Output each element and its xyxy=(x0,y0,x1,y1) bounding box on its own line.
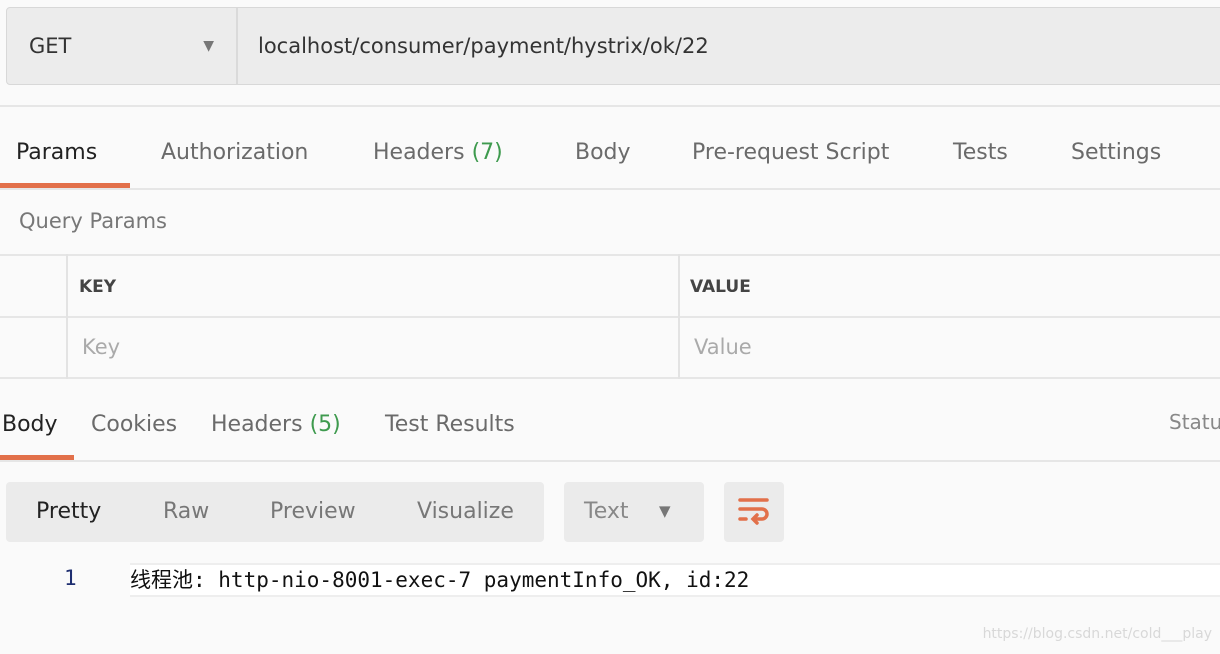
chevron-down-icon: ▼ xyxy=(659,502,671,520)
view-mode-group: Pretty Raw Preview Visualize xyxy=(6,482,544,542)
value-input[interactable]: Value xyxy=(694,335,752,359)
method-label: GET xyxy=(29,34,72,58)
key-header: KEY xyxy=(79,277,117,297)
view-pretty[interactable]: Pretty xyxy=(36,499,101,524)
query-params-title: Query Params xyxy=(19,209,167,233)
response-body-line: 线程池: http-nio-8001-exec-7 paymentInfo_OK… xyxy=(130,563,1220,597)
tab-headers[interactable]: Headers (7) xyxy=(373,140,503,165)
response-tab-body[interactable]: Body xyxy=(2,412,58,437)
tab-body[interactable]: Body xyxy=(575,140,631,165)
line-number: 1 xyxy=(64,566,77,590)
format-label: Text xyxy=(584,499,629,524)
method-select[interactable]: GET ▼ xyxy=(7,8,238,84)
tab-authorization[interactable]: Authorization xyxy=(161,140,308,165)
table-divider xyxy=(0,254,1220,256)
response-tab-headers[interactable]: Headers (5) xyxy=(211,412,341,437)
view-raw[interactable]: Raw xyxy=(163,499,209,524)
key-input[interactable]: Key xyxy=(82,335,120,359)
wrap-lines-icon xyxy=(738,498,769,525)
tab-params[interactable]: Params xyxy=(16,140,97,165)
headers-count: (7) xyxy=(471,140,503,165)
status-label: Statu xyxy=(1169,410,1220,434)
view-preview[interactable]: Preview xyxy=(270,499,356,524)
tab-pre-request-script[interactable]: Pre-request Script xyxy=(692,140,889,165)
column-divider xyxy=(66,254,68,379)
divider xyxy=(0,105,1220,107)
response-headers-label: Headers xyxy=(211,412,303,437)
request-url-bar: GET ▼ localhost/consumer/payment/hystrix/… xyxy=(6,7,1220,85)
chevron-down-icon: ▼ xyxy=(203,38,214,54)
view-visualize[interactable]: Visualize xyxy=(417,499,514,524)
url-input[interactable]: localhost/consumer/payment/hystrix/ok/22 xyxy=(238,8,709,84)
response-tab-test-results[interactable]: Test Results xyxy=(385,412,515,437)
response-tab-cookies[interactable]: Cookies xyxy=(91,412,177,437)
watermark: https://blog.csdn.net/cold___play xyxy=(982,626,1212,642)
tab-headers-label: Headers xyxy=(373,140,465,165)
value-header: VALUE xyxy=(690,277,751,297)
format-select[interactable]: Text ▼ xyxy=(564,482,704,542)
response-headers-count: (5) xyxy=(309,412,341,437)
table-divider xyxy=(0,316,1220,318)
divider xyxy=(0,188,1220,190)
column-divider xyxy=(678,254,680,379)
tab-tests[interactable]: Tests xyxy=(953,140,1008,165)
wrap-lines-button[interactable] xyxy=(724,482,784,542)
divider xyxy=(0,460,1220,462)
params-table: KEY VALUE Key Value xyxy=(0,254,1220,380)
table-divider xyxy=(0,377,1220,379)
tab-settings[interactable]: Settings xyxy=(1071,140,1161,165)
